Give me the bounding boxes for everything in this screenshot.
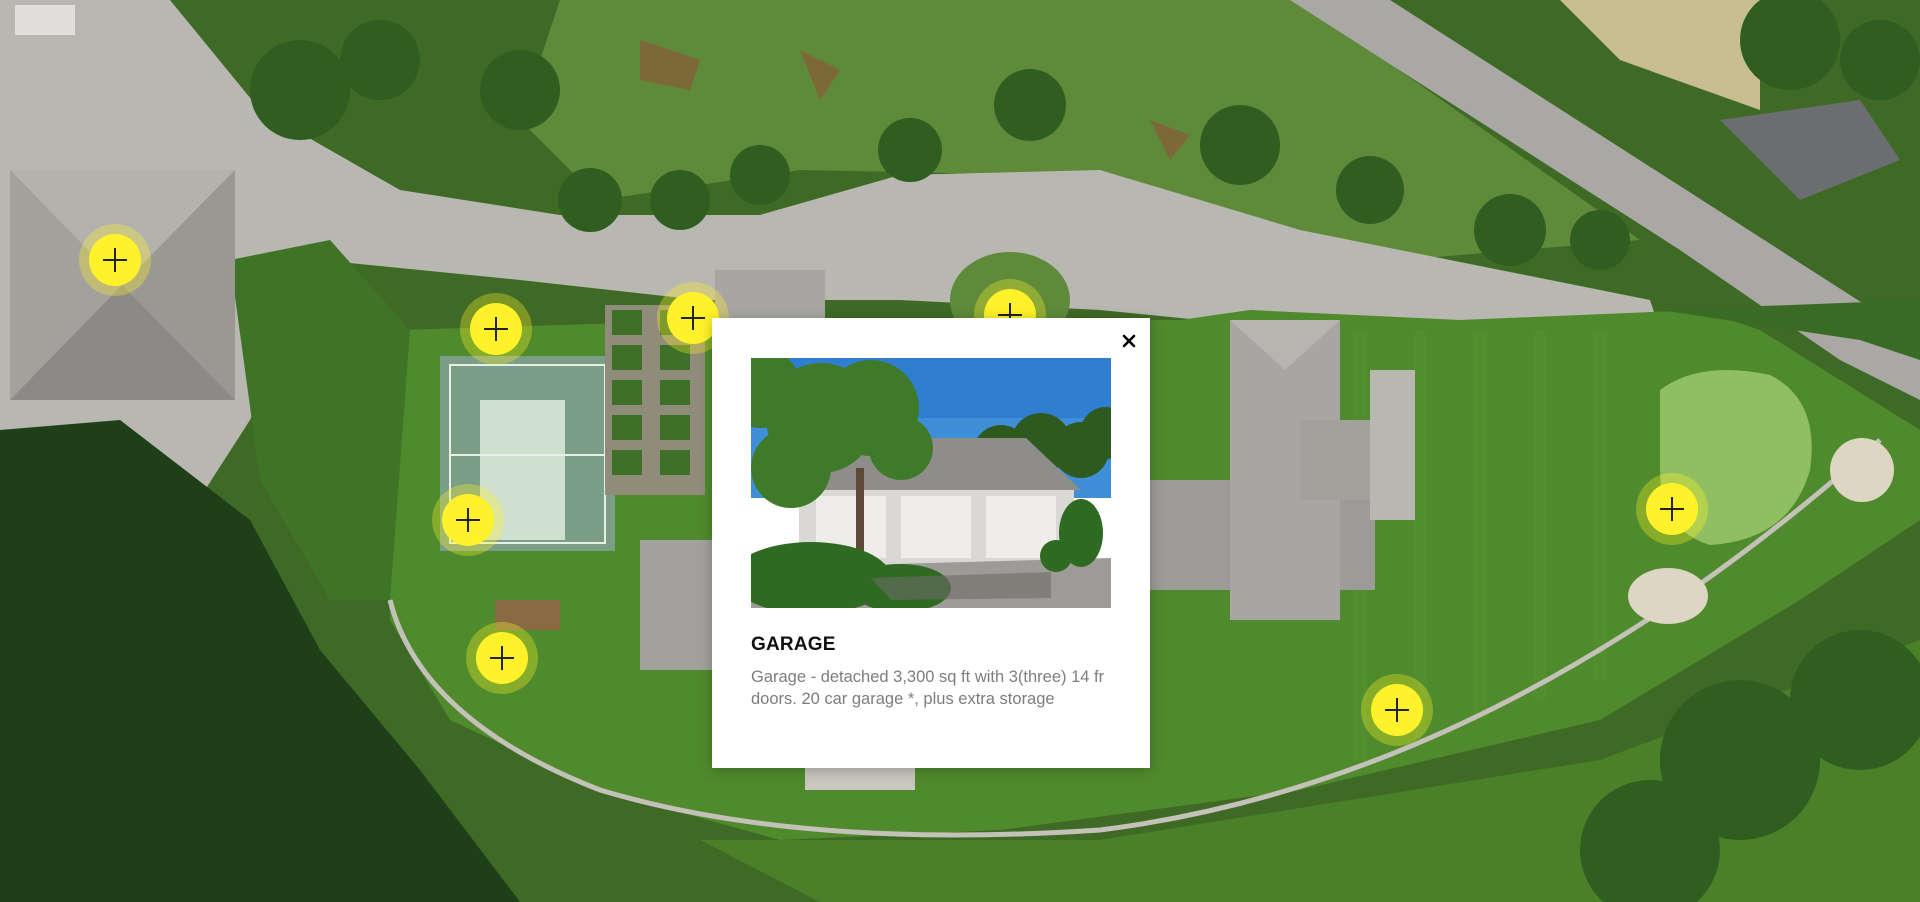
close-button[interactable] <box>1118 330 1140 352</box>
plus-icon <box>484 317 508 341</box>
garage-photo-image <box>751 358 1111 608</box>
plus-icon <box>1385 698 1409 722</box>
hotspot-playset[interactable] <box>466 622 538 694</box>
hotspot-guest-house[interactable] <box>79 224 151 296</box>
hotspot-core <box>1646 483 1698 535</box>
hotspot-sport-court[interactable] <box>432 484 504 556</box>
plus-icon <box>490 646 514 670</box>
hotspot-core <box>1371 684 1423 736</box>
hotspot-core <box>442 494 494 546</box>
hotspot-core <box>476 632 528 684</box>
plus-icon <box>103 248 127 272</box>
hotspot-lawn[interactable] <box>1361 674 1433 746</box>
popup-title: GARAGE <box>751 634 836 655</box>
hotspot-core <box>89 234 141 286</box>
hotspot-core <box>470 303 522 355</box>
info-popup: GARAGE Garage - detached 3,300 sq ft wit… <box>712 318 1150 768</box>
plus-icon <box>1660 497 1684 521</box>
garage-photo <box>751 358 1111 608</box>
property-map: GARAGE Garage - detached 3,300 sq ft wit… <box>0 0 1920 902</box>
hotspot-shed[interactable] <box>460 293 532 365</box>
hotspot-putting-green[interactable] <box>1636 473 1708 545</box>
popup-description: Garage - detached 3,300 sq ft with 3(thr… <box>751 668 1105 708</box>
close-icon <box>1122 334 1136 348</box>
plus-icon <box>456 508 480 532</box>
